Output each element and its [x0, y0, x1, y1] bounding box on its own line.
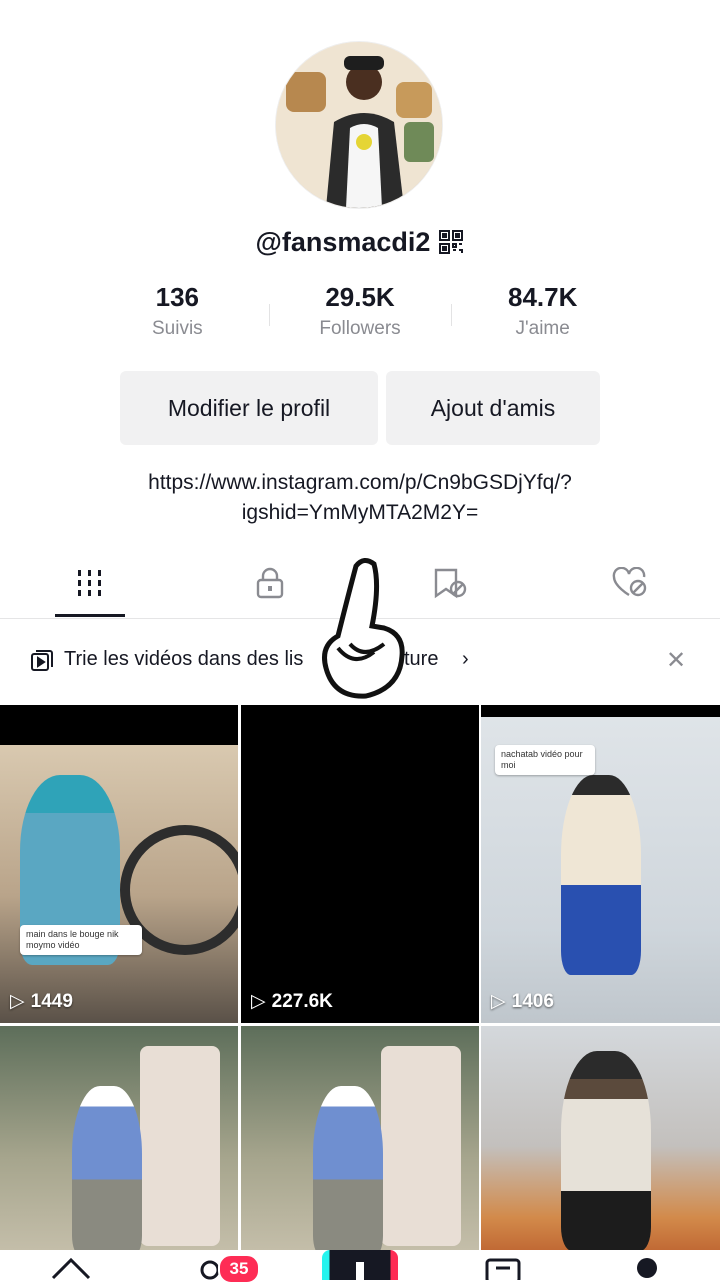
- home-icon[interactable]: [50, 1250, 92, 1280]
- video-thumbnail[interactable]: [481, 1026, 720, 1266]
- qr-code-icon[interactable]: [438, 229, 464, 255]
- view-count: ▷ 227.6K: [251, 990, 333, 1013]
- playlist-icon: [31, 650, 53, 671]
- video-grid: main dans le bouge nik moymo vidéo ▷ 1449…: [0, 705, 720, 1266]
- bio-link[interactable]: https://www.instagram.com/p/Cn9bGSDjYfq/…: [40, 468, 680, 528]
- video-thumbnail[interactable]: nachatab vidéo pour moi ▷ 1406: [481, 705, 720, 1023]
- pointing-hand-icon: [322, 558, 405, 699]
- add-friends-button[interactable]: Ajout d'amis: [386, 371, 600, 445]
- bookmark-hidden-icon: [434, 568, 467, 599]
- stat-followers-value: 29.5K: [325, 282, 395, 312]
- tab-saved[interactable]: [410, 548, 490, 618]
- profile-icon[interactable]: [632, 1250, 662, 1280]
- play-icon: ▷: [10, 991, 25, 1012]
- stat-likes[interactable]: 84.7K J'aime: [451, 280, 634, 350]
- edit-profile-button[interactable]: Modifier le profil: [120, 371, 378, 445]
- tab-private[interactable]: [230, 548, 310, 618]
- stat-likes-value: 84.7K: [507, 282, 578, 312]
- username: @fansmacdi2: [255, 226, 431, 257]
- profile-avatar[interactable]: [276, 42, 442, 208]
- video-thumbnail[interactable]: main dans le bouge nik moymo vidéo ▷ 1449: [0, 705, 238, 1023]
- play-icon: ▷: [491, 991, 506, 1012]
- close-icon[interactable]: ✕: [666, 646, 686, 675]
- profile-stats: 136 Suivis 29.5K Followers 84.7K J'aime: [86, 280, 634, 350]
- stat-following[interactable]: 136 Suivis: [86, 280, 269, 350]
- tab-active-indicator: [55, 614, 125, 617]
- create-button[interactable]: [322, 1250, 398, 1280]
- video-caption: main dans le bouge nik moymo vidéo: [20, 925, 142, 955]
- stat-likes-label: J'aime: [515, 318, 570, 339]
- video-thumbnail[interactable]: [241, 1026, 479, 1266]
- video-thumbnail[interactable]: [0, 1026, 238, 1266]
- tab-videos[interactable]: [50, 548, 130, 618]
- heart-hidden-icon: [612, 567, 647, 597]
- plus-icon: [356, 1262, 364, 1280]
- username-row: @fansmacdi2: [0, 222, 720, 262]
- inbox-icon[interactable]: [484, 1250, 522, 1280]
- play-icon: ▷: [251, 991, 266, 1012]
- view-count: ▷ 1449: [10, 990, 73, 1013]
- tab-liked[interactable]: [590, 548, 670, 618]
- view-count-value: 1449: [30, 990, 73, 1012]
- grid-icon: [78, 570, 101, 596]
- stat-followers-label: Followers: [319, 318, 401, 339]
- bottom-navigation: [0, 1250, 720, 1280]
- video-caption: nachatab vidéo pour moi: [495, 745, 595, 775]
- view-count-value: 227.6K: [271, 990, 333, 1012]
- view-count: ▷ 1406: [491, 990, 554, 1013]
- view-count-value: 1406: [511, 990, 554, 1012]
- stat-following-label: Suivis: [151, 318, 203, 339]
- stat-following-value: 136: [155, 282, 200, 312]
- banner-text: Trie les vidéos dans des lis: [64, 648, 304, 670]
- stat-followers[interactable]: 29.5K Followers: [268, 280, 452, 350]
- lock-icon: [256, 567, 284, 599]
- chevron-right-icon: ›: [462, 648, 469, 670]
- video-thumbnail[interactable]: ▷ 227.6K: [241, 705, 479, 1023]
